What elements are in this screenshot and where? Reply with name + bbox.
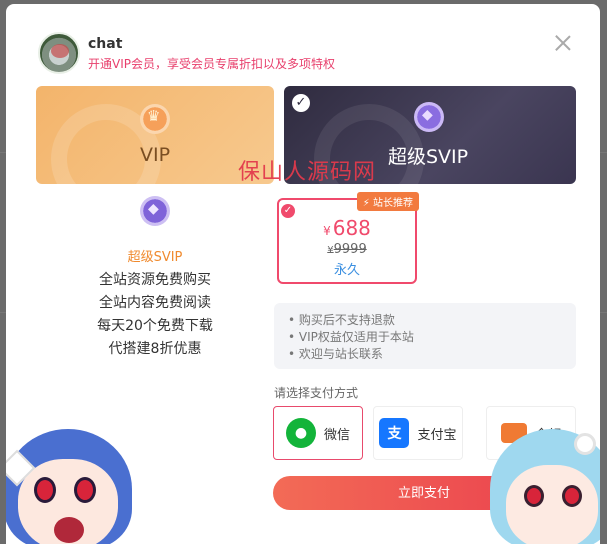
payment-option-label: 微信: [323, 427, 350, 443]
mascot-left-image: [6, 429, 134, 544]
purchase-notice: 购买后不支持退款 VIP权益仅适用于本站 欢迎与站长联系: [274, 303, 576, 369]
plan-detail-title: 超级SVIP: [127, 250, 183, 265]
original-price-value: 9999: [333, 242, 367, 257]
close-icon[interactable]: [554, 34, 572, 52]
selected-check-icon: ✓: [281, 204, 295, 218]
user-avatar: [38, 32, 80, 74]
payment-option-alipay[interactable]: 支 支付宝: [373, 406, 463, 460]
crown-icon: [140, 104, 170, 134]
recommend-badge: ⚡ 站长推荐: [356, 192, 419, 211]
alipay-icon: 支: [379, 418, 410, 448]
perk-item: 全站资源免费购买: [99, 272, 211, 288]
selected-check-icon: ✓: [292, 94, 310, 112]
username: chat: [88, 36, 123, 52]
notice-item: 欢迎与站长联系: [288, 346, 562, 363]
plan-name-svip: 超级SVIP: [388, 146, 469, 168]
vip-purchase-modal: chat 开通VIP会员，享受会员专属折扣以及多项特权 VIP ✓ 超级SVIP…: [6, 4, 600, 544]
notice-item: VIP权益仅适用于本站: [288, 329, 562, 346]
duration-label: 永久: [333, 263, 360, 278]
price-value: 688: [332, 216, 371, 240]
site-watermark: 保山人源码网: [238, 160, 377, 185]
price-option[interactable]: ✓ ⚡ 站长推荐 ¥688 ¥9999 永久: [277, 192, 419, 284]
gem-icon: [414, 102, 444, 132]
modal-header: chat 开通VIP会员，享受会员专属折扣以及多项特权: [38, 32, 558, 76]
notice-item: 购买后不支持退款: [288, 312, 562, 329]
perk-item: 代搭建8折优惠: [108, 341, 202, 357]
original-price: ¥9999: [279, 242, 415, 257]
plan-detail: 超级SVIP 全站资源免费购买 全站内容免费阅读 每天20个免费下载 代搭建8折…: [36, 196, 274, 357]
perk-item: 每天20个免费下载: [97, 318, 213, 334]
current-price: ¥688: [279, 216, 415, 240]
payment-method-label: 请选择支付方式: [274, 386, 359, 400]
mascot-right-image: [490, 429, 600, 544]
currency-symbol: ¥: [323, 224, 331, 238]
recommend-badge-label: 站长推荐: [373, 198, 413, 209]
wechat-icon: ●: [285, 418, 316, 448]
plan-name-vip: VIP: [140, 144, 171, 166]
gem-icon: [140, 196, 170, 226]
perk-item: 全站内容免费阅读: [99, 295, 211, 311]
vip-tagline: 开通VIP会员，享受会员专属折扣以及多项特权: [88, 57, 335, 71]
payment-option-wechat[interactable]: ● 微信: [273, 406, 363, 460]
payment-option-label: 支付宝: [417, 427, 457, 443]
